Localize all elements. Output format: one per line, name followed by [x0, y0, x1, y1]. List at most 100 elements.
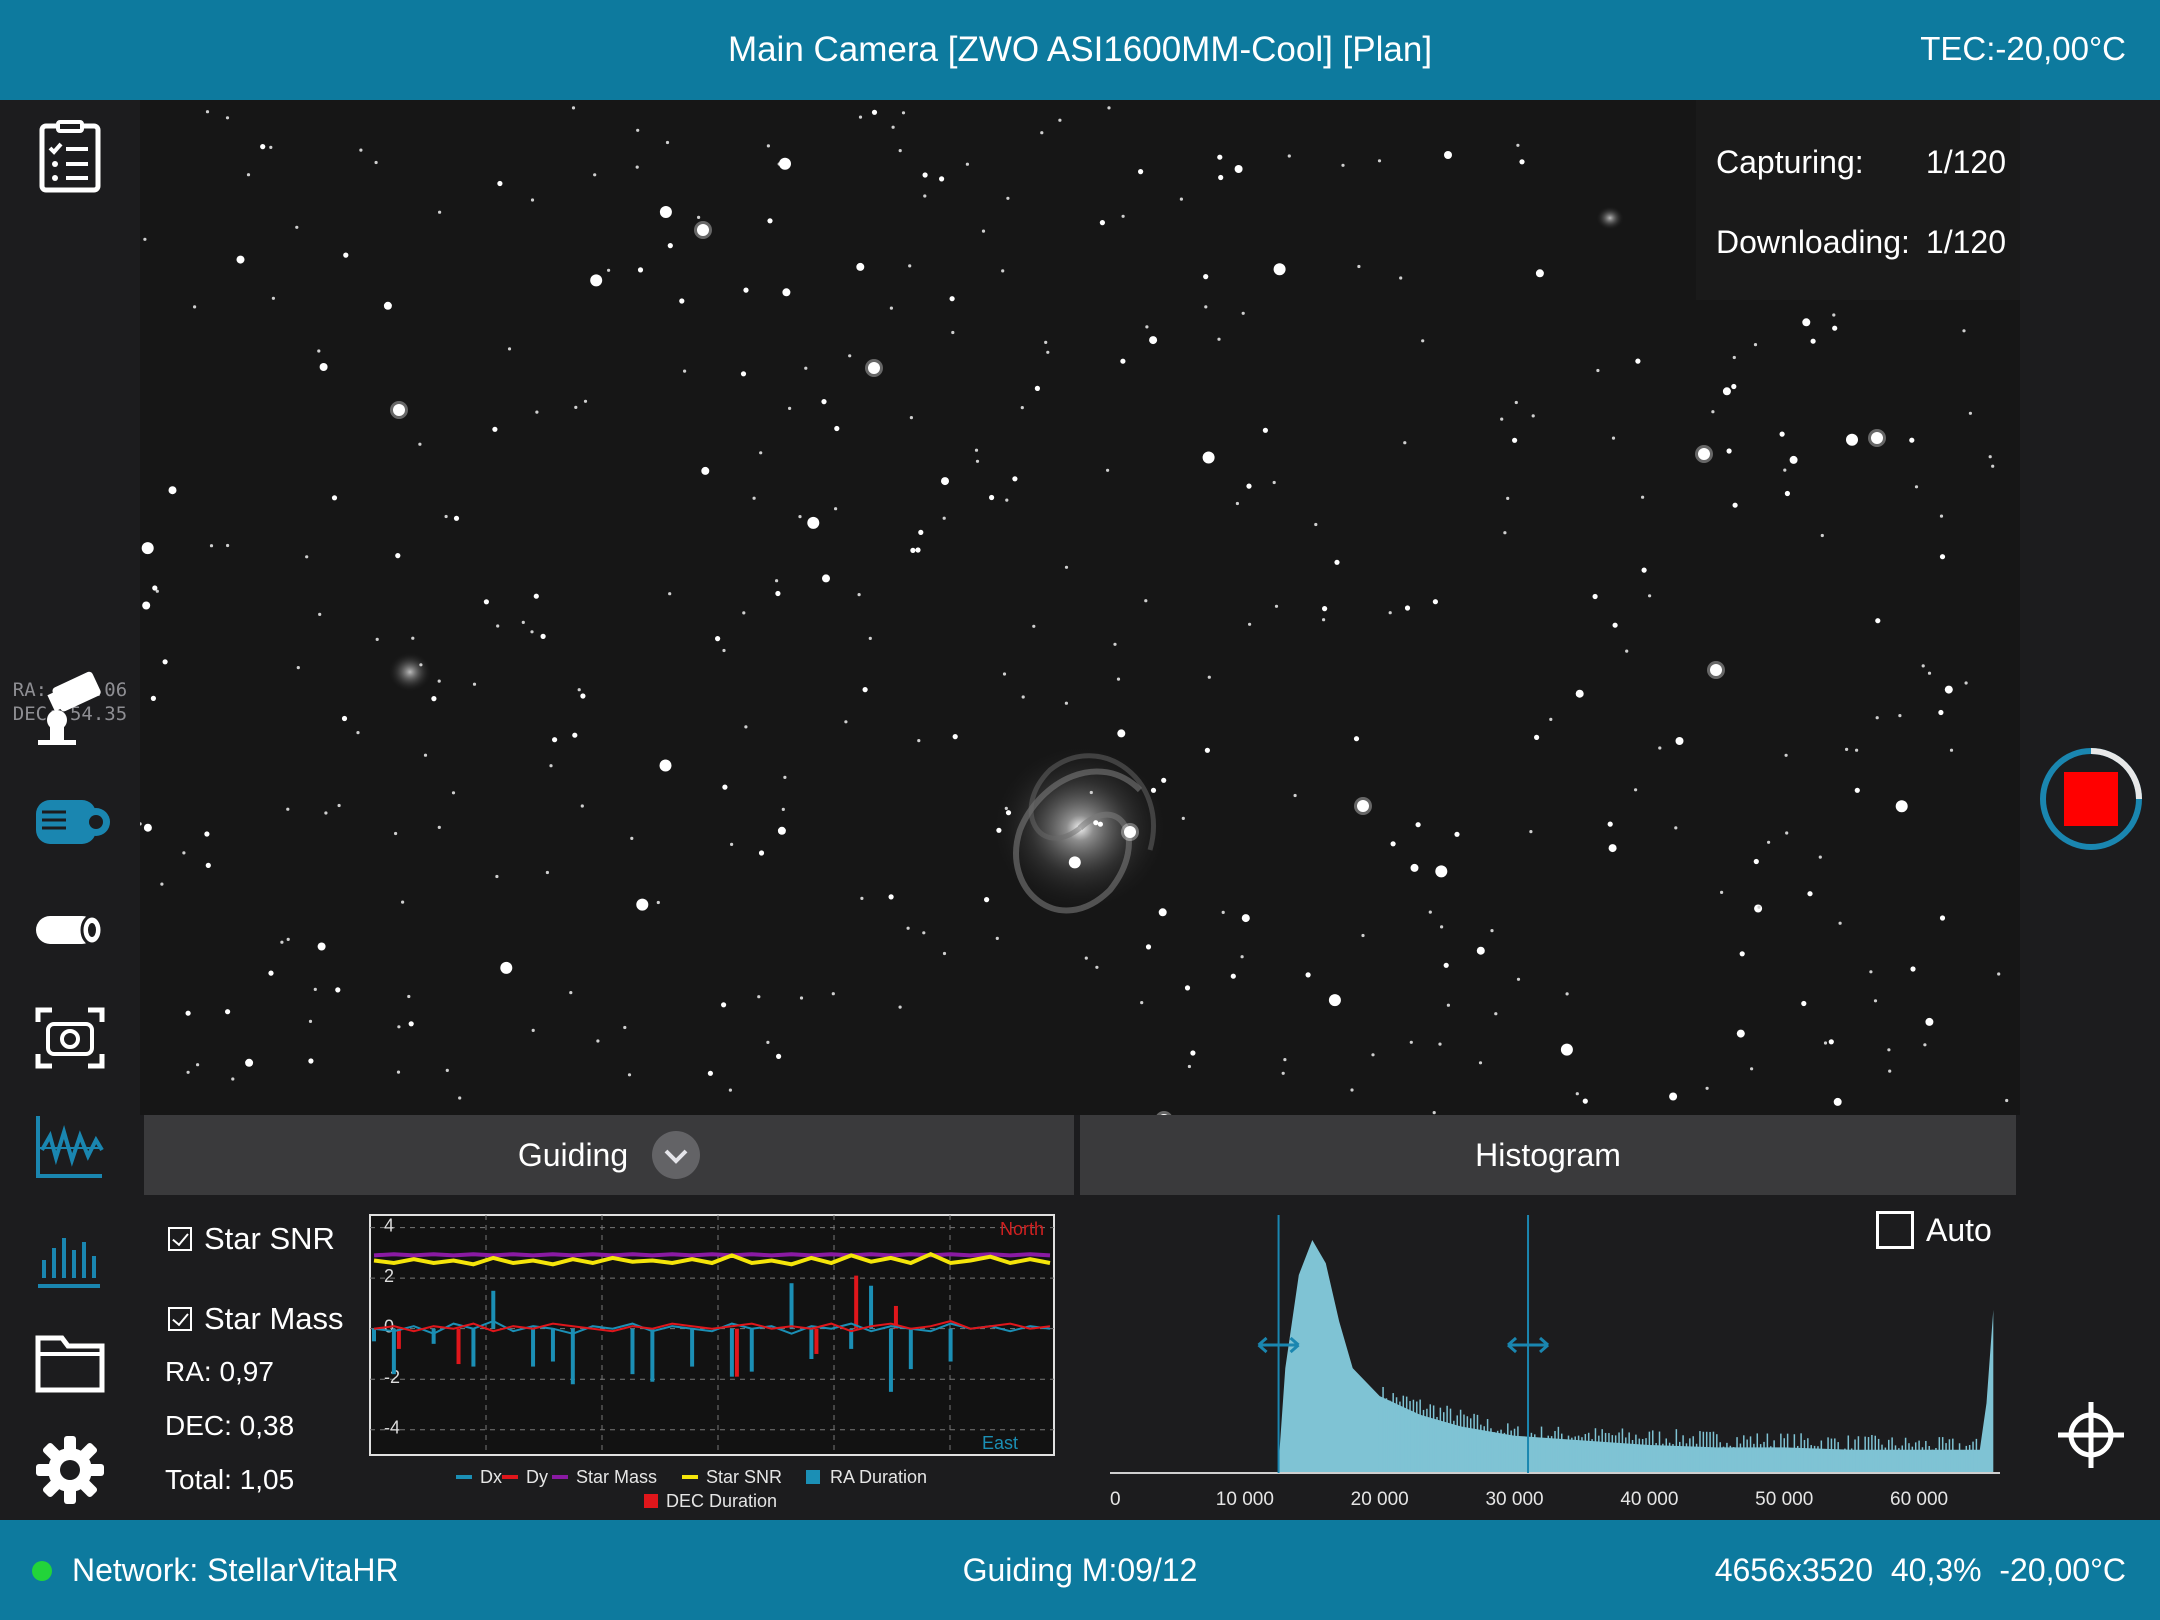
star [1443, 962, 1449, 968]
star [965, 162, 970, 166]
star [1476, 946, 1485, 955]
chevron-down-icon[interactable] [652, 1131, 701, 1179]
star [1785, 831, 1789, 835]
star-mass-toggle[interactable]: Star Mass [168, 1301, 344, 1337]
star [549, 764, 553, 768]
star [910, 547, 916, 553]
star [1322, 618, 1326, 622]
downloading-row: Downloading: 1/120 [1716, 224, 2006, 261]
star [531, 1028, 535, 1032]
star-snr-checkbox[interactable] [168, 1227, 192, 1251]
star [1949, 748, 1954, 752]
bright-star [393, 404, 405, 416]
camera-icon[interactable] [30, 782, 110, 862]
star [1938, 709, 1944, 716]
star [150, 695, 156, 702]
star [923, 194, 927, 198]
star [996, 827, 1002, 833]
star [286, 937, 290, 942]
star [798, 515, 802, 519]
star [1341, 163, 1345, 167]
star [495, 874, 499, 879]
ra-duration-bar [550, 1328, 555, 1362]
star [1145, 325, 1149, 329]
star [1732, 502, 1738, 508]
folder-icon[interactable] [30, 1322, 110, 1402]
ra-duration-bar [650, 1328, 655, 1382]
star [1004, 806, 1008, 811]
star [521, 620, 525, 625]
star [1005, 810, 1012, 816]
star [989, 494, 995, 501]
star [942, 516, 946, 520]
checklist-icon[interactable] [30, 118, 110, 198]
star-mass-checkbox[interactable] [168, 1307, 192, 1331]
focuser-icon[interactable] [30, 890, 110, 970]
star [1939, 915, 1946, 921]
star [715, 636, 721, 642]
mount-icon[interactable] [30, 670, 110, 750]
star [492, 426, 498, 432]
legend-swatch [682, 1475, 698, 1479]
star [160, 882, 164, 886]
star [533, 593, 539, 599]
capture-focus-icon[interactable] [30, 998, 110, 1078]
star [1832, 325, 1838, 331]
star [1783, 468, 1787, 472]
ra-duration-bar [948, 1328, 953, 1362]
star [636, 128, 640, 132]
star [975, 459, 980, 463]
star [162, 659, 168, 665]
left-sidebar: RA: 14.06 DEC: 54.35 [0, 100, 140, 1520]
star [889, 306, 894, 310]
star [1596, 368, 1600, 373]
star [305, 555, 309, 559]
star [858, 115, 863, 119]
x-tick-label: 0 [1110, 1489, 1121, 1510]
star-snr-toggle[interactable]: Star SNR [168, 1221, 335, 1257]
guiding-graph-icon[interactable] [30, 1106, 110, 1186]
star [1184, 985, 1191, 991]
star [917, 739, 921, 743]
star [1117, 729, 1126, 738]
legend-label: DEC Duration [666, 1491, 777, 1511]
crosshair-icon[interactable] [2056, 1400, 2126, 1470]
star [401, 900, 405, 904]
settings-gear-icon[interactable] [30, 1430, 110, 1510]
ra-duration-bar [908, 1328, 913, 1370]
star [1390, 841, 1396, 847]
star [1750, 1067, 1754, 1071]
star [1032, 624, 1036, 628]
star [437, 679, 441, 683]
star [1415, 822, 1421, 828]
image-info: 4656x3520 40,3% -20,00°C [1714, 1552, 2126, 1588]
star [185, 1010, 191, 1016]
star [1272, 480, 1276, 485]
star [659, 206, 672, 218]
histogram-icon[interactable] [30, 1214, 110, 1294]
star [540, 633, 546, 640]
galaxy [990, 743, 1170, 914]
star [1494, 1012, 1498, 1016]
stop-capture-button[interactable] [2038, 746, 2144, 852]
star [1097, 821, 1103, 827]
star [458, 1096, 462, 1100]
star [777, 826, 786, 835]
star [730, 842, 734, 847]
star [856, 262, 865, 271]
star [623, 1025, 627, 1030]
guiding-panel-header[interactable]: Guiding [144, 1115, 1074, 1195]
histogram-panel-header[interactable]: Histogram [1080, 1115, 2016, 1195]
star [1519, 159, 1525, 165]
star [868, 636, 872, 641]
star [1962, 329, 1966, 333]
capturing-row: Capturing: 1/120 [1716, 144, 2006, 181]
star [341, 715, 348, 722]
star [915, 547, 921, 553]
star [844, 720, 848, 724]
downloading-label: Downloading: [1716, 224, 1910, 260]
star [1361, 933, 1365, 938]
star [583, 399, 588, 403]
star [1608, 844, 1617, 853]
star [335, 987, 341, 993]
